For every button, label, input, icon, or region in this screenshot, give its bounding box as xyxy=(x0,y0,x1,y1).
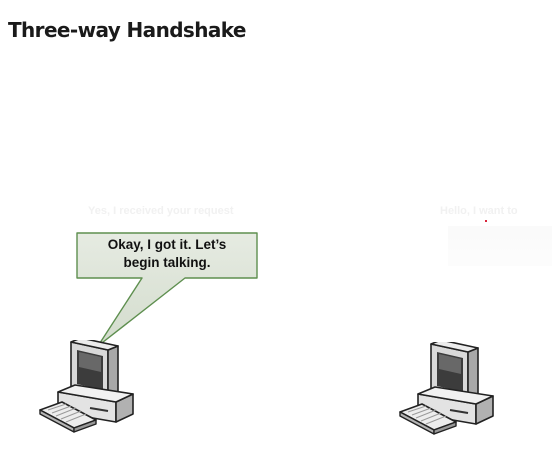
callout-line-2: begin talking. xyxy=(123,255,211,270)
desktop-computer-icon xyxy=(399,342,494,435)
desktop-computer-icon xyxy=(39,340,134,433)
callout-line-1: Okay, I got it. Let’s xyxy=(107,237,227,252)
slide: { "slide": { "title": "Three-way Handsha… xyxy=(0,0,554,456)
callout-text: Okay, I got it. Let’s begin talking. xyxy=(79,236,255,272)
